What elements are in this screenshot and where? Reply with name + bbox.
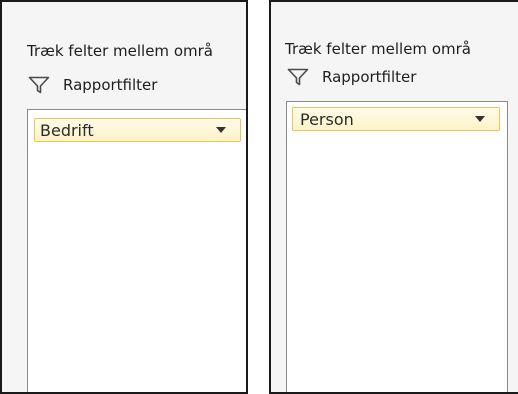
field-chip-label: Person — [300, 109, 354, 129]
section-label: Rapportfilter — [322, 68, 417, 86]
report-filter-drop-area[interactable]: Bedrift — [27, 109, 246, 392]
field-chip-bedrift[interactable]: Bedrift — [34, 118, 241, 142]
pivot-field-list-right: Træk felter mellem områ Rapportfilter Pe… — [269, 0, 518, 394]
filter-icon — [28, 76, 50, 94]
filter-icon — [287, 68, 309, 86]
chevron-down-icon[interactable] — [475, 116, 485, 122]
report-filter-drop-area[interactable]: Person — [286, 101, 508, 392]
panel-instruction: Træk felter mellem områ — [285, 40, 471, 58]
field-chip-person[interactable]: Person — [292, 107, 500, 131]
report-filter-header: Rapportfilter — [28, 76, 157, 94]
report-filter-header: Rapportfilter — [287, 68, 416, 86]
field-chip-label: Bedrift — [40, 120, 94, 140]
chevron-down-icon[interactable] — [216, 127, 226, 133]
panel-instruction: Træk felter mellem områ — [27, 42, 213, 60]
pivot-field-list-left: Træk felter mellem områ Rapportfilter Be… — [0, 0, 248, 394]
section-label: Rapportfilter — [63, 76, 158, 94]
